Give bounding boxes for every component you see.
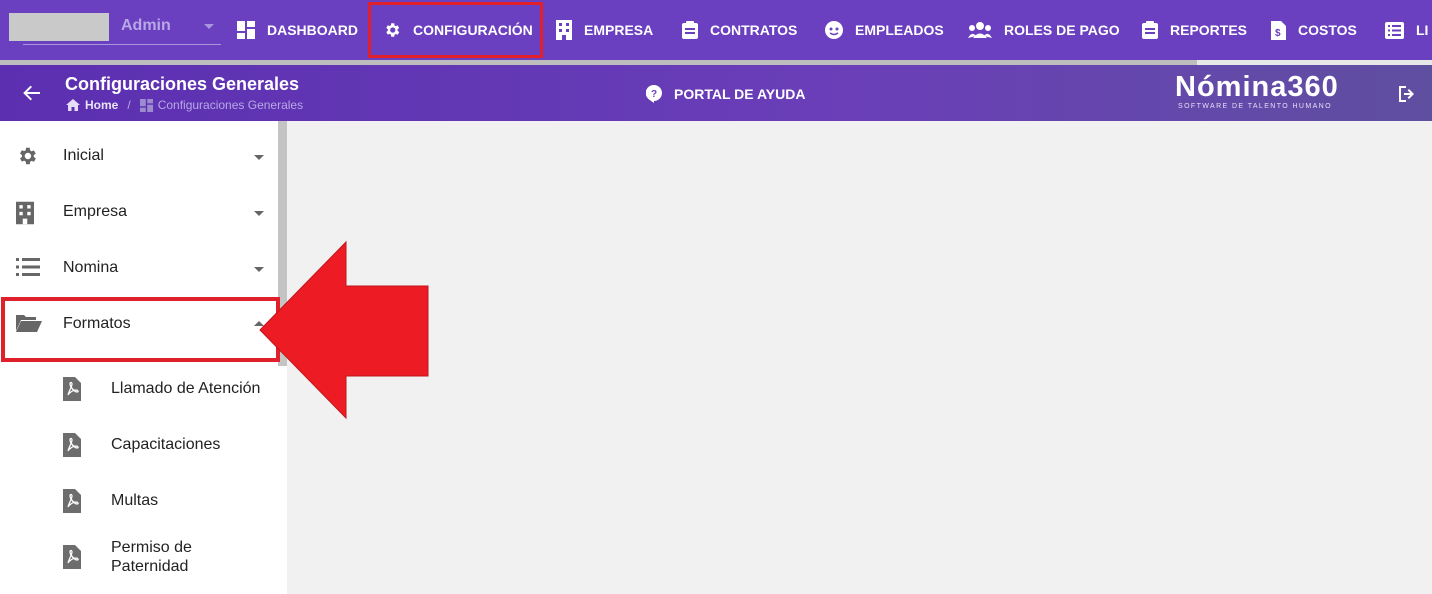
user-select-underline	[23, 44, 221, 45]
sidebar-item-inicial[interactable]: Inicial	[0, 129, 278, 185]
svg-text:?: ?	[651, 89, 657, 100]
nav-contratos[interactable]: CONTRATOS	[682, 0, 797, 60]
help-bubble-icon: ?	[646, 85, 662, 103]
dashboard-icon	[139, 98, 153, 112]
pdf-file-icon	[63, 377, 81, 401]
nav-roles-de-pago-label: ROLES DE PAGO	[1004, 22, 1120, 38]
nav-empleados[interactable]: EMPLEADOS	[825, 0, 944, 60]
group-icon	[968, 22, 992, 38]
chevron-down-icon	[254, 155, 264, 160]
gear-icon	[20, 147, 36, 165]
nav-dashboard[interactable]: DASHBOARD	[237, 0, 358, 60]
configuracion-highlight-box	[368, 2, 543, 58]
formatos-highlight-box	[1, 297, 280, 362]
breadcrumb-current: Configuraciones Generales	[157, 98, 304, 112]
nav-li[interactable]: LI	[1385, 0, 1428, 60]
breadcrumb-home[interactable]: Home	[85, 98, 118, 112]
building-icon	[16, 201, 34, 225]
sidebar-subitem-label: Capacitaciones	[111, 436, 221, 453]
sidebar-item-label: Empresa	[63, 203, 128, 220]
nav-dashboard-label: DASHBOARD	[267, 22, 358, 38]
clipboard-icon	[1142, 21, 1158, 39]
svg-text:$: $	[1275, 28, 1281, 39]
page-header: Configuraciones Generales Home / Configu…	[0, 65, 1432, 121]
nav-empresa[interactable]: EMPRESA	[556, 0, 653, 60]
nav-reportes[interactable]: REPORTES	[1142, 0, 1247, 60]
sidebar-subitem-label: Multas	[111, 492, 159, 509]
nav-empresa-label: EMPRESA	[584, 22, 654, 38]
nav-li-label: LI	[1416, 22, 1429, 38]
help-portal-label: PORTAL DE AYUDA	[674, 86, 806, 102]
sidebar-subitem-label: Llamado de Atención	[111, 380, 261, 397]
list-icon	[1385, 21, 1404, 39]
dollar-file-icon: $	[1271, 20, 1286, 40]
sidebar-subitem-llamado-de-atencion[interactable]: Llamado de Atención	[0, 361, 278, 417]
sidebar-subitem-capacitaciones[interactable]: Capacitaciones	[0, 417, 278, 473]
pdf-file-icon	[63, 489, 81, 513]
back-arrow-icon[interactable]	[22, 83, 42, 103]
sidebar-subitem-permiso-de-paternidad[interactable]: Permiso de Paternidad	[0, 529, 278, 585]
nav-costos-label: COSTOS	[1298, 22, 1357, 38]
nav-contratos-label: CONTRATOS	[710, 22, 798, 38]
sidebar-item-label: Inicial	[63, 147, 104, 164]
chevron-down-icon	[254, 211, 264, 216]
sidebar-item-empresa[interactable]: Empresa	[0, 185, 278, 241]
sidebar-subitem-multas[interactable]: Multas	[0, 473, 278, 529]
sidebar-item-label: Nomina	[63, 259, 119, 276]
logo-wordmark: Nómina360	[1175, 71, 1339, 103]
logout-icon[interactable]	[1397, 85, 1416, 103]
user-dropdown-caret-icon[interactable]	[204, 24, 214, 29]
face-icon	[825, 21, 843, 39]
nav-costos[interactable]: $ COSTOS	[1271, 0, 1357, 60]
dashboard-icon	[237, 21, 255, 39]
building-icon	[556, 20, 572, 40]
page-title: Configuraciones Generales	[65, 74, 300, 94]
top-navigation: Admin DASHBOARD CONFIGURACIÓN EMPRESA CO…	[0, 0, 1432, 60]
sidebar-subitem-label: Permiso de Paternidad	[111, 539, 192, 575]
red-pointer-arrow-icon	[259, 240, 429, 420]
sidebar-item-nomina[interactable]: Nomina	[0, 241, 278, 297]
pdf-file-icon	[63, 545, 81, 569]
home-icon	[66, 99, 80, 111]
pdf-file-icon	[63, 433, 81, 457]
breadcrumb-separator: /	[127, 98, 131, 112]
help-portal-link[interactable]: ? PORTAL DE AYUDA	[646, 85, 805, 103]
list-icon	[16, 258, 40, 276]
nav-roles-de-pago[interactable]: ROLES DE PAGO	[968, 0, 1120, 60]
user-avatar-placeholder	[9, 13, 109, 41]
nav-empleados-label: EMPLEADOS	[855, 22, 944, 38]
clipboard-icon	[682, 21, 698, 39]
breadcrumb: Home / Configuraciones Generales	[66, 98, 303, 112]
logo-subtitle: SOFTWARE DE TALENTO HUMANO	[1178, 103, 1332, 110]
nav-reportes-label: REPORTES	[1170, 22, 1248, 38]
user-name[interactable]: Admin	[121, 17, 171, 35]
